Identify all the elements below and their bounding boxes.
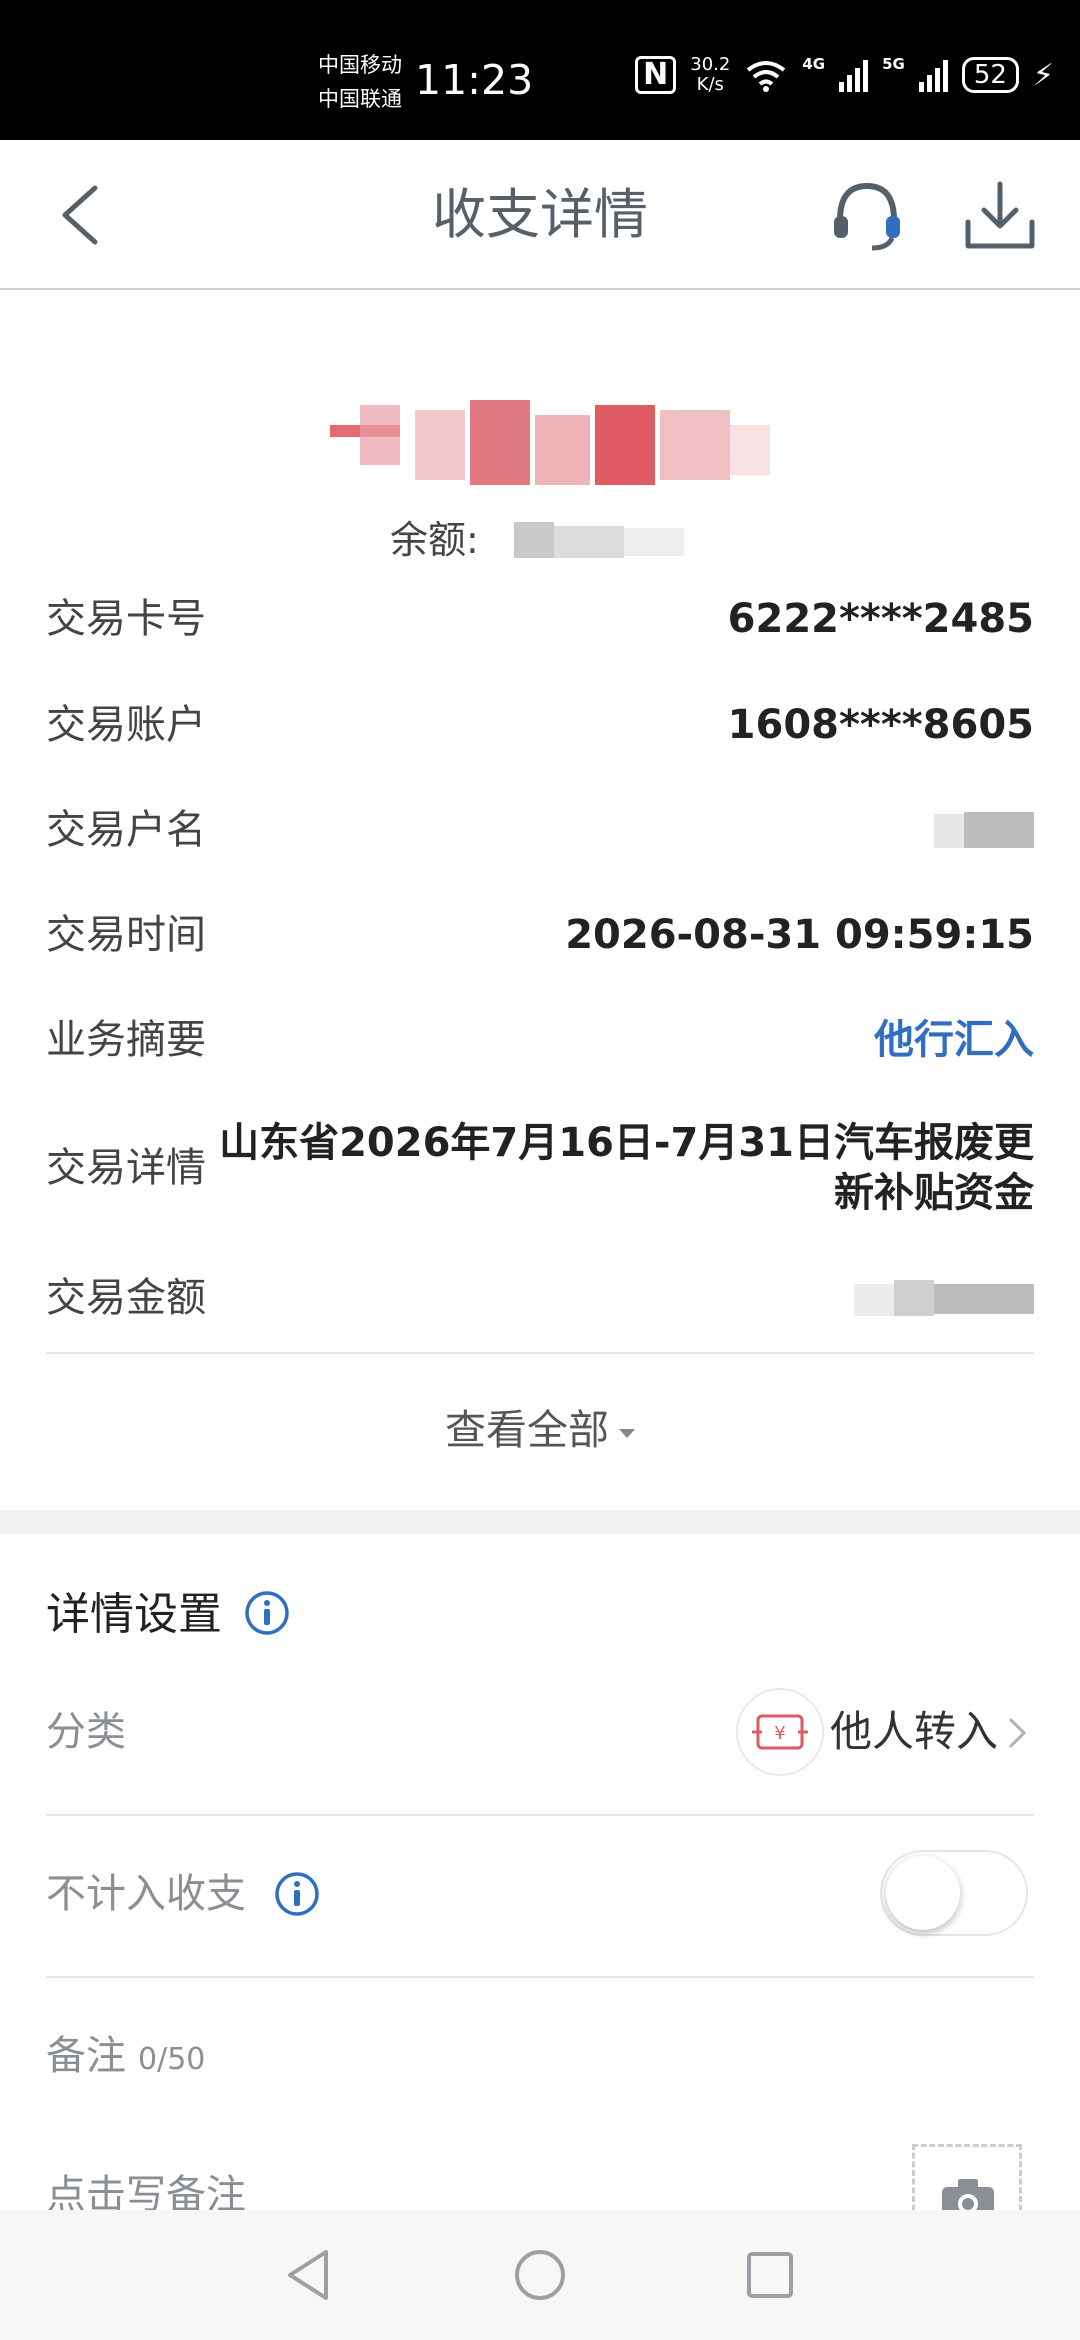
system-nav-bar bbox=[0, 2210, 1080, 2340]
customer-service-button[interactable] bbox=[828, 176, 906, 254]
transfer-in-icon: ¥ bbox=[752, 1714, 808, 1750]
settings-title: 详情设置 bbox=[46, 1589, 222, 1640]
remark-label: 备注 0/50 bbox=[46, 2033, 206, 2079]
amount-label: 交易金额 bbox=[46, 1275, 206, 1321]
summary-value: 他行汇入 bbox=[874, 1017, 1034, 1063]
carrier-2: 中国联通 bbox=[318, 87, 402, 111]
nav-home-icon[interactable] bbox=[505, 2240, 575, 2310]
settings-divider-1 bbox=[46, 1814, 1034, 1816]
signal-icon-1 bbox=[839, 58, 869, 92]
account-value: 1608****8605 bbox=[727, 702, 1034, 748]
view-all-label: 查看全部 bbox=[445, 1406, 609, 1454]
card-number-label: 交易卡号 bbox=[46, 596, 206, 642]
category-value[interactable]: 他人转入 bbox=[830, 1704, 998, 1760]
status-bar: 中国移动 中国联通 11:23 N 30.2 K/s 4G 5G 52 ⚡ bbox=[0, 0, 1080, 140]
download-icon bbox=[965, 181, 1035, 249]
amount-value-redacted bbox=[854, 1280, 1034, 1316]
exclude-label: 不计入收支 bbox=[46, 1871, 246, 1917]
section-separator bbox=[0, 1510, 1080, 1534]
category-label: 分类 bbox=[46, 1709, 126, 1755]
net-type-4g: 4G bbox=[802, 55, 826, 73]
info-icon[interactable] bbox=[274, 1871, 320, 1917]
charging-icon: ⚡ bbox=[1032, 57, 1054, 93]
detail-value: 山东省2026年7月16日-7月31日汽车报废更 新补贴资金 bbox=[219, 1118, 1034, 1218]
exclude-toggle[interactable] bbox=[880, 1850, 1028, 1936]
caret-down-icon bbox=[619, 1428, 635, 1438]
category-badge: ¥ bbox=[738, 1690, 822, 1774]
view-all-button[interactable]: 查看全部 bbox=[0, 1400, 1080, 1460]
info-icon[interactable] bbox=[244, 1590, 290, 1636]
card-number-value: 6222****2485 bbox=[727, 596, 1034, 642]
balance-label: 余额: bbox=[390, 518, 479, 562]
time-label: 交易时间 bbox=[46, 912, 206, 958]
clock: 11:23 bbox=[415, 56, 534, 104]
account-name-redacted bbox=[934, 812, 1034, 848]
wifi-icon bbox=[747, 61, 786, 92]
headset-icon bbox=[834, 182, 900, 251]
net-type-5g: 5G bbox=[882, 55, 905, 73]
nfc-icon: N bbox=[635, 56, 677, 94]
detail-value-line2: 新补贴资金 bbox=[834, 1170, 1034, 1216]
signal-icon-2 bbox=[918, 58, 948, 92]
carrier-names: 中国移动 中国联通 bbox=[318, 48, 402, 116]
network-speed: 30.2 K/s bbox=[690, 54, 731, 95]
status-icons: N 30.2 K/s 4G 5G 52 ⚡ bbox=[635, 55, 1054, 95]
nav-back-icon[interactable] bbox=[274, 2240, 344, 2310]
app-header: 收支详情 bbox=[0, 140, 1080, 290]
download-button[interactable] bbox=[962, 178, 1038, 254]
detail-value-line1: 山东省2026年7月16日-7月31日汽车报废更 bbox=[219, 1120, 1034, 1166]
balance-redacted bbox=[514, 522, 684, 558]
time-value: 2026-08-31 09:59:15 bbox=[565, 912, 1034, 958]
settings-divider-2 bbox=[46, 1976, 1034, 1978]
carrier-1: 中国移动 bbox=[318, 53, 402, 77]
remark-counter: 0/50 bbox=[138, 2042, 206, 2077]
summary-label: 业务摘要 bbox=[46, 1017, 206, 1063]
toggle-knob bbox=[886, 1856, 960, 1930]
battery-icon: 52 bbox=[961, 57, 1019, 93]
detail-label: 交易详情 bbox=[46, 1145, 206, 1191]
chevron-right-icon[interactable] bbox=[1006, 1715, 1028, 1751]
details-divider bbox=[46, 1352, 1034, 1354]
account-label: 交易账户 bbox=[46, 702, 206, 748]
nav-recents-icon[interactable] bbox=[735, 2240, 805, 2310]
account-name-label: 交易户名 bbox=[46, 807, 206, 853]
svg-text:¥: ¥ bbox=[774, 1723, 785, 1744]
page-title: 收支详情 bbox=[432, 183, 648, 246]
amount-redacted bbox=[330, 400, 770, 485]
